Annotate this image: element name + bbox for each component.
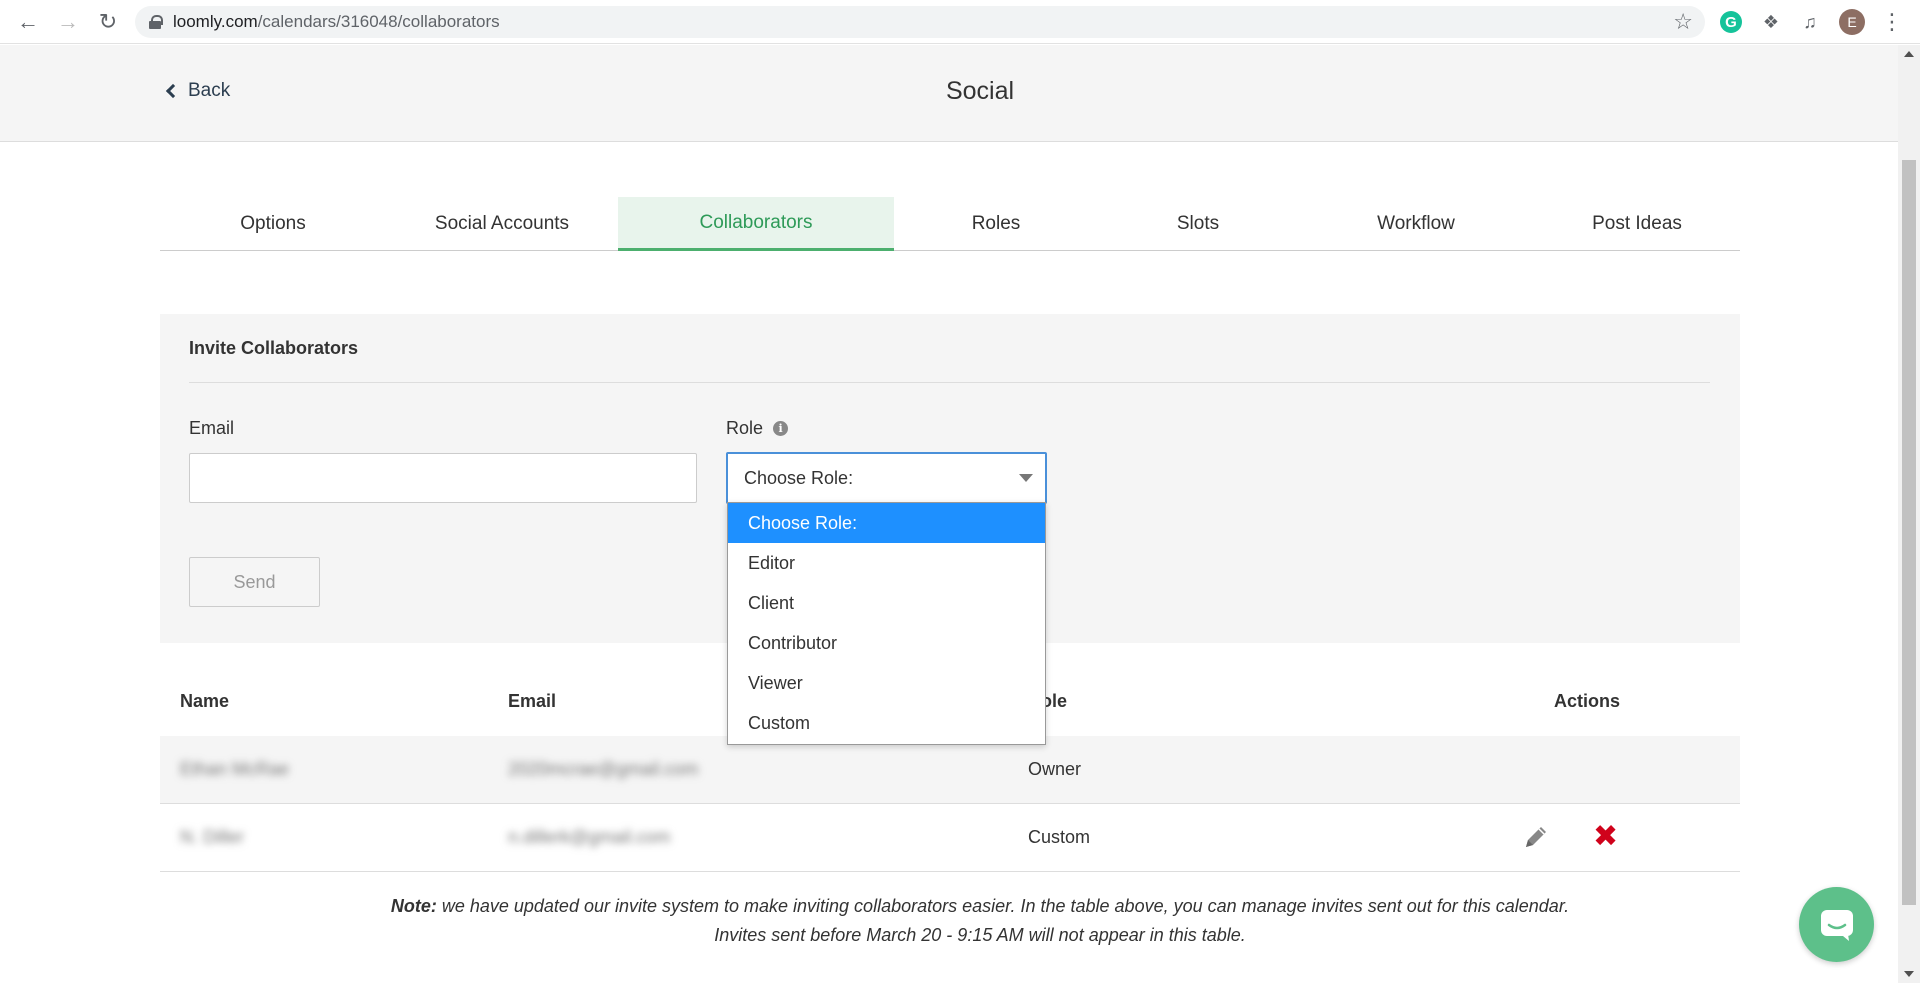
table-row: N. Diller n.dillerk@gmail.com Custom ✖ — [160, 804, 1740, 872]
grammarly-extension-icon[interactable]: G — [1720, 11, 1742, 33]
invite-title: Invite Collaborators — [189, 338, 359, 358]
url-text: loomly.com/calendars/316048/collaborator… — [173, 12, 500, 31]
extensions-puzzle-icon[interactable]: ❖ — [1759, 10, 1783, 34]
caret-down-icon — [1019, 474, 1033, 482]
reload-icon[interactable]: ↻ — [88, 0, 128, 44]
role-dropdown-list[interactable]: Choose Role: Editor Client Contributor V… — [727, 502, 1046, 745]
role-label: Role i — [726, 418, 789, 439]
collaborator-name: Ethan McRae — [180, 759, 290, 779]
column-header-actions: Actions — [1554, 691, 1621, 711]
tab-workflow[interactable]: Workflow — [1298, 197, 1534, 250]
role-option-client[interactable]: Client — [728, 583, 1045, 623]
role-select-value: Choose Role: — [744, 467, 854, 488]
collaborator-email: n.dillerk@gmail.com — [508, 827, 671, 847]
bookmark-star-icon[interactable]: ☆ — [1673, 9, 1693, 35]
lock-icon — [149, 15, 163, 29]
email-field[interactable] — [189, 453, 697, 503]
page-title: Social — [945, 77, 1015, 105]
back-arrow-icon[interactable]: ← — [8, 0, 48, 44]
note-text: we have updated our invite system to mak… — [436, 896, 1570, 945]
tab-post-ideas[interactable]: Post Ideas — [1534, 197, 1740, 250]
invite-system-note: Note: we have updated our invite system … — [380, 892, 1580, 950]
chat-icon — [1820, 909, 1853, 941]
settings-tabs: Options Social Accounts Collaborators Ro… — [160, 197, 1740, 251]
collaborator-role: Owner — [1028, 759, 1082, 779]
collaborator-name: N. Diller — [180, 827, 245, 847]
email-label: Email — [189, 418, 235, 438]
info-icon[interactable]: i — [773, 421, 789, 436]
tab-options[interactable]: Options — [160, 197, 386, 250]
profile-avatar[interactable]: E — [1839, 9, 1865, 35]
scrollbar-thumb[interactable] — [1902, 160, 1916, 905]
scroll-down-arrow-icon[interactable] — [1904, 971, 1914, 977]
address-bar[interactable]: loomly.com/calendars/316048/collaborator… — [135, 6, 1705, 38]
role-option-viewer[interactable]: Viewer — [728, 663, 1045, 703]
send-button[interactable]: Send — [189, 557, 320, 607]
column-header-name: Name — [180, 691, 230, 711]
tab-collaborators[interactable]: Collaborators — [618, 197, 894, 251]
forward-arrow-icon[interactable]: → — [48, 0, 88, 44]
delete-x-icon[interactable]: ✖ — [1593, 822, 1618, 852]
scroll-up-arrow-icon[interactable] — [1904, 51, 1914, 57]
table-row: Ethan McRae 2020mcrae@gmail.com Owner — [160, 736, 1740, 804]
chat-widget-button[interactable] — [1799, 887, 1874, 962]
note-label: Note: — [390, 896, 437, 916]
pencil-icon[interactable] — [1522, 823, 1550, 851]
page-scrollbar[interactable] — [1898, 45, 1920, 983]
column-header-email: Email — [508, 691, 557, 711]
tab-social-accounts[interactable]: Social Accounts — [386, 197, 618, 250]
collaborator-email: 2020mcrae@gmail.com — [508, 759, 699, 779]
page-header: Back Social — [0, 45, 1898, 142]
role-option-editor[interactable]: Editor — [728, 543, 1045, 583]
tab-roles[interactable]: Roles — [894, 197, 1098, 250]
role-option-choose-role[interactable]: Choose Role: — [728, 503, 1045, 543]
role-option-contributor[interactable]: Contributor — [728, 623, 1045, 663]
role-option-custom[interactable]: Custom — [728, 703, 1045, 743]
browser-menu-icon[interactable]: ⋮ — [1880, 9, 1904, 34]
browser-toolbar: ← → ↻ loomly.com/calendars/316048/collab… — [0, 0, 1920, 44]
divider — [189, 382, 1710, 383]
tab-slots[interactable]: Slots — [1098, 197, 1298, 250]
role-select[interactable]: Choose Role: — [726, 452, 1047, 504]
collaborator-role: Custom — [1028, 827, 1091, 847]
media-control-icon[interactable]: ♫ — [1798, 10, 1822, 34]
